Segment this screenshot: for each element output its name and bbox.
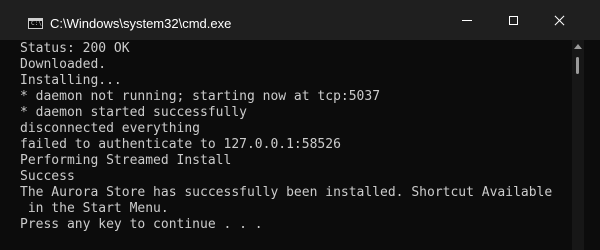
console-line: Installing... xyxy=(20,73,122,88)
maximize-button[interactable] xyxy=(490,0,536,40)
cmd-window: C:\ C:\Windows\system32\cmd.exe Status: … xyxy=(0,0,600,250)
console-line: * daemon started successfully xyxy=(20,105,247,120)
console-line: Press any key to continue . . . xyxy=(20,217,263,232)
minimize-icon xyxy=(462,19,472,21)
vertical-scrollbar[interactable] xyxy=(572,40,584,250)
minimize-button[interactable] xyxy=(444,0,490,40)
console-line: Performing Streamed Install xyxy=(20,153,232,168)
console-line: Status: 200 OK xyxy=(20,41,130,56)
cmd-console-icon[interactable]: C:\ xyxy=(28,18,43,29)
console-line: failed to authenticate to 127.0.0.1:5852… xyxy=(20,137,341,152)
scroll-thumb[interactable] xyxy=(576,57,579,74)
title-bar[interactable]: C:\ C:\Windows\system32\cmd.exe xyxy=(0,0,600,40)
console-line: The Aurora Store has successfully been i… xyxy=(20,185,553,200)
console-line: in the Start Menu. xyxy=(20,201,169,216)
close-icon xyxy=(554,15,565,26)
console-line: * daemon not running; starting now at tc… xyxy=(20,89,381,104)
prompt-glyph: C:\ xyxy=(31,20,42,27)
console-line: disconnected everything xyxy=(20,121,201,136)
close-button[interactable] xyxy=(536,0,582,40)
console-output[interactable]: Status: 200 OK Downloaded. Installing...… xyxy=(20,41,572,250)
window-title: C:\Windows\system32\cmd.exe xyxy=(50,16,232,31)
window-right-edge xyxy=(584,40,600,250)
maximize-icon xyxy=(508,15,518,25)
console-line: Downloaded. xyxy=(20,57,107,72)
console-line: Success xyxy=(20,169,75,184)
scroll-up-arrow-icon[interactable] xyxy=(574,44,582,49)
